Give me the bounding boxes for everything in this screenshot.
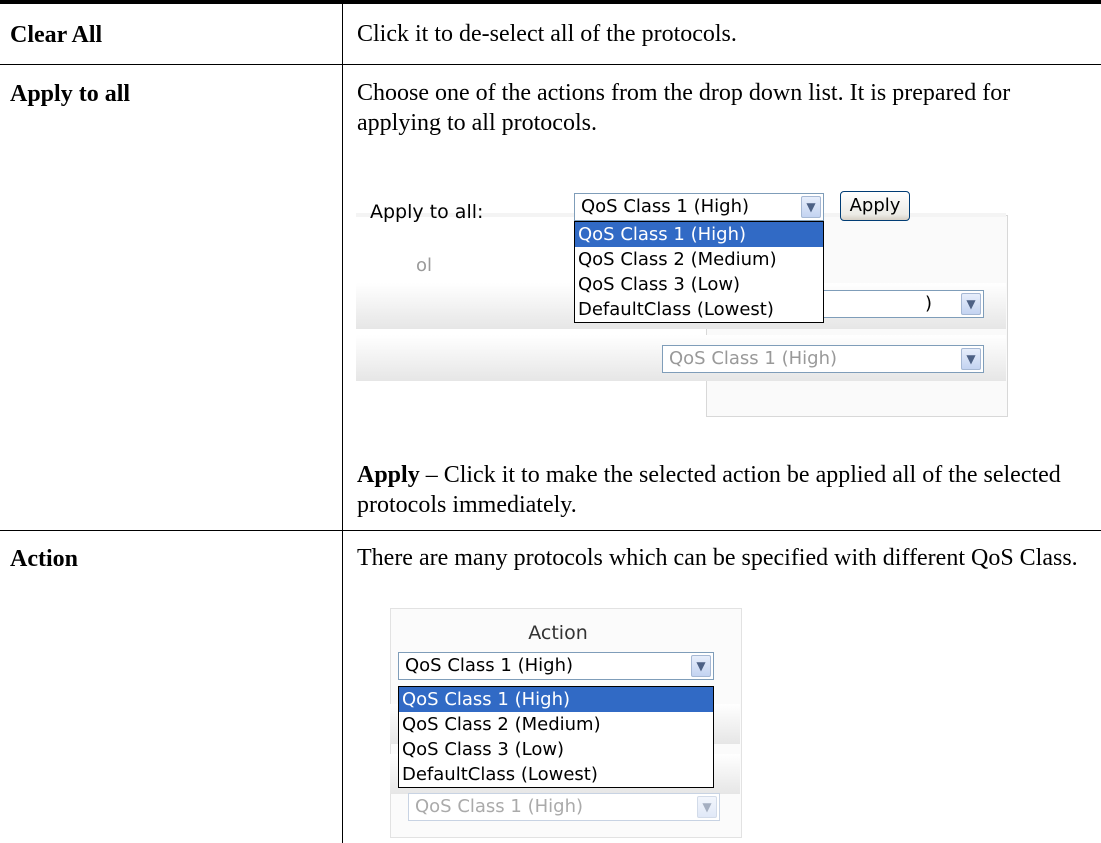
row-divider [0,64,1101,65]
chevron-down-icon: ▼ [801,196,821,218]
desc-action: There are many protocols which can be sp… [357,545,1078,571]
chevron-down-icon: ▼ [961,348,981,370]
desc-apply-to-all: Choose one of the actions from the drop … [357,80,1011,136]
chevron-down-icon: ▼ [697,796,717,818]
chevron-down-icon: ▼ [961,293,981,315]
action-column-header: Action [528,622,588,644]
row-action-select[interactable]: QoS Class 1 (High) ▼ [662,345,984,373]
apply-button[interactable]: Apply [840,191,910,221]
select-value: QoS Class 1 (High) [405,655,573,676]
definition-table: Clear All Click it to de-select all of t… [0,0,1101,843]
dropdown-option[interactable]: QoS Class 3 (Low) [399,737,713,762]
action-snapshot: Action QoS Class 1 (High) ▼ QoS Class 1 … [390,608,750,838]
term-clear-all: Clear All [10,22,103,48]
dropdown-option[interactable]: DefaultClass (Lowest) [399,762,713,787]
term-apply-to-all: Apply to all [10,81,131,107]
dropdown-option[interactable]: QoS Class 3 (Low) [575,272,823,297]
apply-note: Apply – Click it to make the selected ac… [357,460,1082,520]
apply-to-all-label: Apply to all: [370,201,484,223]
desc-clear-all: Click it to de-select all of the protoco… [357,21,737,47]
apply-note-term: Apply [357,462,420,488]
column-divider [342,4,343,843]
row-divider [0,530,1101,531]
action-dropdown: QoS Class 1 (High) QoS Class 2 (Medium) … [398,686,714,788]
dropdown-option[interactable]: QoS Class 2 (Medium) [575,247,823,272]
dropdown-option[interactable]: QoS Class 1 (High) [399,687,713,712]
partial-column-label: ol [416,255,433,276]
apply-to-all-dropdown: QoS Class 1 (High) QoS Class 2 (Medium) … [574,221,824,323]
term-action: Action [10,546,78,572]
apply-to-all-select[interactable]: QoS Class 1 (High) ▼ [574,193,824,221]
table-top-rule [0,0,1101,4]
dropdown-option[interactable]: QoS Class 2 (Medium) [399,712,713,737]
action-select[interactable]: QoS Class 1 (High) ▼ [398,652,714,680]
select-value: QoS Class 1 (High) [581,196,749,217]
row-action-select[interactable]: QoS Class 1 (High) ▼ [408,793,720,821]
dropdown-option[interactable]: QoS Class 1 (High) [575,222,823,247]
dropdown-option[interactable]: DefaultClass (Lowest) [575,297,823,322]
apply-note-text: – Click it to make the selected action b… [357,462,1061,518]
apply-to-all-snapshot: ol ) ▼ QoS Class 1 (High) ▼ Apply to all… [356,175,1016,445]
chevron-down-icon: ▼ [691,655,711,677]
